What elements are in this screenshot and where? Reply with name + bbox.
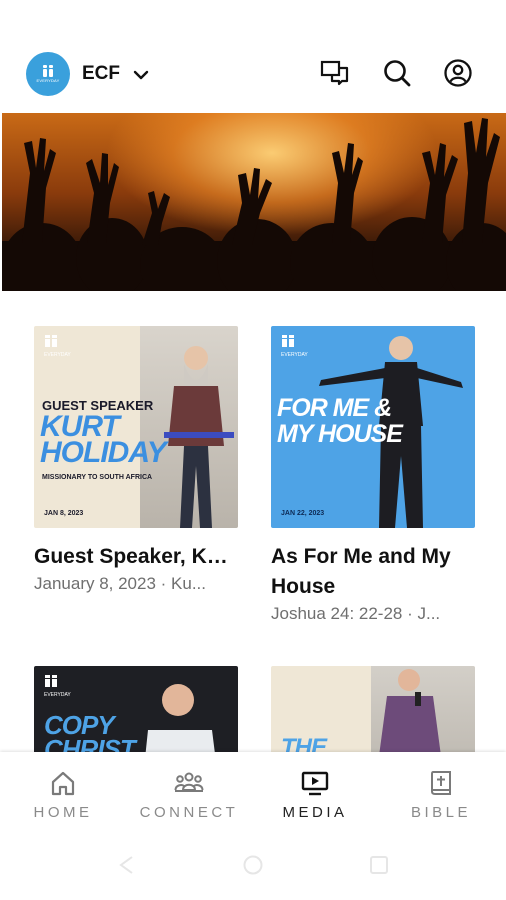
brand-badge: EVERYDAY — [44, 674, 71, 698]
church-logo[interactable]: EVERYDAY — [26, 52, 70, 96]
system-nav-bar — [0, 832, 506, 900]
search-icon[interactable] — [382, 58, 412, 88]
brand-text: EVERYDAY — [281, 352, 308, 358]
worship-banner[interactable] — [2, 113, 506, 291]
account-icon[interactable] — [443, 58, 473, 88]
chat-icon[interactable] — [320, 58, 350, 88]
logo-glyph-icon — [42, 65, 54, 77]
sermon-subtitle: January 8, 2023 · Ku... — [34, 574, 206, 593]
nav-connect-label: CONNECT — [139, 804, 239, 821]
nav-bible[interactable]: BIBLE — [378, 752, 504, 832]
nav-media[interactable]: MEDIA — [252, 752, 378, 832]
sermon-thumbnail[interactable]: EVERYDAY GUEST SPEAKER KURT HOLIDAY MISS… — [34, 326, 238, 528]
nav-media-label: MEDIA — [282, 804, 348, 821]
speaker-photo — [164, 346, 234, 528]
brand-badge: EVERYDAY — [281, 334, 308, 358]
thumb-line3: HOLIDAY — [40, 436, 167, 469]
sermon-title[interactable]: Guest Speaker, Kurt Holiday. M... — [34, 542, 238, 572]
logo-caption: EVERYDAY — [36, 78, 60, 83]
bible-icon — [431, 771, 451, 795]
sermon-card[interactable]: EVERYDAY FOR ME & MY HOUSE JAN 22, 2023 … — [271, 326, 475, 624]
sermon-card[interactable]: EVERYDAY GUEST SPEAKER KURT HOLIDAY MISS… — [34, 326, 238, 594]
thumb-date: JAN 22, 2023 — [281, 510, 325, 517]
home-icon — [51, 771, 75, 796]
thumb-line1: FOR ME & — [277, 394, 392, 422]
bottom-nav: HOME CONNECT MEDIA BIBLE — [0, 752, 506, 832]
sermon-subtitle: Joshua 24: 22-28 · J... — [271, 604, 441, 623]
nav-home[interactable]: HOME — [0, 752, 126, 832]
group-icon — [174, 772, 204, 792]
org-name[interactable]: ECF — [82, 63, 120, 85]
brand-text: EVERYDAY — [44, 352, 71, 358]
brand-badge: EVERYDAY — [44, 334, 71, 358]
worship-hands-photo — [2, 118, 506, 291]
chevron-down-icon[interactable] — [132, 66, 150, 84]
thumb-line2: MY HOUSE — [277, 420, 403, 448]
home-circle-icon[interactable] — [242, 854, 264, 876]
media-icon — [301, 771, 329, 796]
sermon-thumbnail[interactable]: EVERYDAY FOR ME & MY HOUSE JAN 22, 2023 — [271, 326, 475, 528]
brand-text: EVERYDAY — [44, 692, 71, 698]
thumb-line1: COPY — [44, 710, 115, 740]
recents-icon[interactable] — [368, 854, 390, 876]
app-header: EVERYDAY ECF — [0, 0, 506, 112]
thumb-line4: MISSIONARY TO SOUTH AFRICA — [42, 474, 153, 481]
back-icon[interactable] — [116, 854, 138, 876]
nav-connect[interactable]: CONNECT — [126, 752, 252, 832]
nav-home-label: HOME — [33, 804, 93, 821]
nav-bible-label: BIBLE — [410, 804, 472, 821]
sermon-title[interactable]: As For Me and My House — [271, 542, 461, 602]
thumb-date: JAN 8, 2023 — [44, 510, 84, 517]
